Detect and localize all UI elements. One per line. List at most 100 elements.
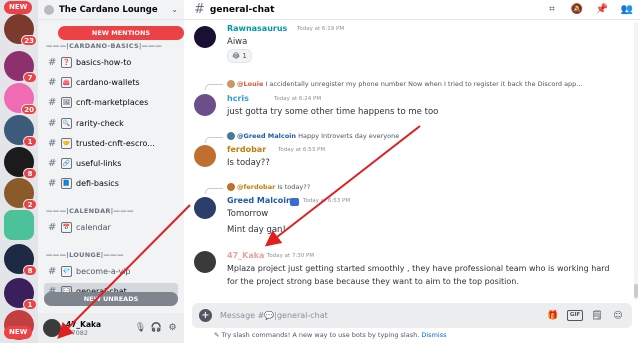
hash-icon: # [48,57,57,68]
sticker-icon[interactable]: 🗒 [590,309,604,323]
channel-emoji-icon: ❓ [61,57,72,68]
server-rail: NEW 23 7 20 1 8 2 8 1 NEW [0,0,38,343]
avatar[interactable] [194,197,216,219]
server-icon-3[interactable]: 20 [4,83,37,115]
server-icon-8[interactable]: 8 [4,244,37,276]
dismiss-link[interactable]: Dismiss [421,331,446,339]
category-lounge[interactable]: ———|LOUNGE|——— [46,251,124,259]
message-text: Tomorrow [227,209,269,219]
scrollbar-thumb[interactable] [634,284,638,298]
channel-rarity-check[interactable]: # 🔍 rarity-check [44,115,178,132]
gift-icon[interactable]: 🎁 [546,309,560,323]
channel-emoji-icon: 👛 [61,77,72,88]
message-input[interactable] [220,311,539,320]
channel-trusted-cnft-escrow[interactable]: # 🤝 trusted-cnft-escro... [44,135,178,152]
message-author[interactable]: ferdobar [227,145,266,154]
server-icon-2[interactable]: 7 [4,51,37,83]
server-icon-6[interactable]: 2 [4,178,37,210]
avatar[interactable] [194,251,216,273]
threads-icon[interactable]: ⌗ [545,3,559,17]
reply-preview[interactable]: @Louie I accidentally unregister my phon… [227,80,583,88]
new-pill-top: NEW [4,1,33,14]
hash-icon: # [48,138,57,149]
hash-icon: # [48,158,57,169]
channel-defi-basics[interactable]: # 📘 defi-basics [44,175,178,192]
hash-icon: # [48,118,57,129]
message-author[interactable]: Greed Malcoin [227,196,292,205]
hash-icon: # [48,97,57,108]
hash-icon: # [48,222,57,233]
message-text-line-2: Mint day gan! [227,225,286,235]
server-header[interactable]: The Cardano Lounge ⌄ [38,0,184,20]
channel-useful-links[interactable]: # 🔗 useful-links [44,155,178,172]
channel-emoji-icon: 📘 [61,178,72,189]
channel-title: general-chat [209,4,275,15]
category-cardano-basics[interactable]: ———|CARDANO-BASICS|——— [46,42,162,50]
category-calendar[interactable]: ———|CALENDAR|——— [46,207,134,215]
message-timestamp: Today at 6:53 PM [303,198,351,204]
user-panel: 47_Kaka #7082 🎙 🎧 ⚙ [38,313,184,343]
reaction-chip[interactable]: 😂 1 [227,49,252,63]
channel-sidebar: The Cardano Lounge ⌄ NEW MENTIONS ———|CA… [38,0,184,343]
avatar [227,80,235,88]
pin-icon[interactable]: 📌 [595,3,609,17]
channel-cnft-marketplaces[interactable]: # 🖼 cnft-marketplaces [44,94,178,111]
message-timestamp: Today at 6:53 PM [278,147,326,153]
member-list-icon[interactable]: 👥 [620,3,634,17]
channel-emoji-icon: 🖼 [61,97,72,108]
avatar[interactable] [194,26,216,48]
new-mentions-bar[interactable]: NEW MENTIONS [58,26,184,40]
message-text: Aiwa [227,37,248,47]
message-text: just gotta try some other time happens t… [227,107,439,117]
message-author[interactable]: hcris [227,94,249,103]
channel-cardano-wallets[interactable]: # 👛 cardano-wallets [44,74,178,91]
channel-emoji-icon: 💎 [61,266,72,277]
gif-button[interactable]: GIF [567,310,583,321]
channel-emoji-icon: 🤝 [61,138,72,149]
channel-become-a-vip[interactable]: # 💎 become-a-vip [44,263,178,280]
avatar[interactable] [194,145,216,167]
message-text: Mplaza project just getting started smoo… [227,264,610,273]
avatar[interactable] [43,319,61,337]
message-author[interactable]: 47_Kaka [227,251,264,260]
server-icon-1[interactable]: 23 [4,14,37,46]
discord-window: NEW 23 7 20 1 8 2 8 1 NEW The Cardano Lo… [0,0,640,343]
chevron-down-icon: ⌄ [171,5,178,14]
add-attachment-icon[interactable]: + [199,309,212,322]
server-icon-5[interactable]: 8 [4,147,37,179]
user-name: 47_Kaka [66,319,102,329]
channel-emoji-icon: 🔗 [61,158,72,169]
chat-scrollbar[interactable] [634,22,638,300]
server-icon-9[interactable]: 1 [4,278,37,310]
user-tag: #7082 [66,328,88,337]
reply-preview[interactable]: @ferdobar Is today?? [227,183,310,191]
gear-icon[interactable]: ⚙ [166,322,179,335]
new-pill-bottom: NEW [4,326,33,339]
mute-mic-icon[interactable]: 🎙 [134,322,147,335]
message-timestamp: Today at 7:30 PM [267,253,315,259]
message-composer: + 🎁 GIF 🗒 ☺ [192,303,632,328]
notification-bell-icon[interactable]: 🔕 [570,3,584,17]
crown-icon [290,198,299,206]
channel-calendar[interactable]: # 📅 calendar [44,219,178,236]
message-text-line-2: for the project strong base because they… [227,277,519,286]
channel-emoji-icon: 📅 [61,222,72,233]
headphones-icon[interactable]: 🎧 [150,322,163,335]
message-author[interactable]: Rawnasaurus [227,24,287,33]
channel-header: # general-chat ⌗ 🔕 📌 👥 [184,0,640,20]
avatar [227,183,235,191]
channel-basics-how-to[interactable]: # ❓ basics-how-to [44,54,178,71]
server-icon-7[interactable] [4,210,34,240]
emoji-picker-icon[interactable]: ☺ [611,309,625,323]
message-timestamp: Today at 6:24 PM [274,96,322,102]
message-text: Is today?? [227,158,270,168]
verified-server-icon [44,4,54,15]
reply-preview[interactable]: @Greed Malcoin Happy Introverts day ever… [227,132,399,140]
chat-area: # general-chat ⌗ 🔕 📌 👥 Rawnasaurus Today… [184,0,640,343]
avatar[interactable] [194,94,216,116]
hash-icon: # [48,77,57,88]
hash-icon: # [48,178,57,189]
new-unreads-bar[interactable]: NEW UNREADS [44,292,178,306]
server-icon-4[interactable]: 1 [4,115,37,147]
hash-icon: # [194,2,205,17]
